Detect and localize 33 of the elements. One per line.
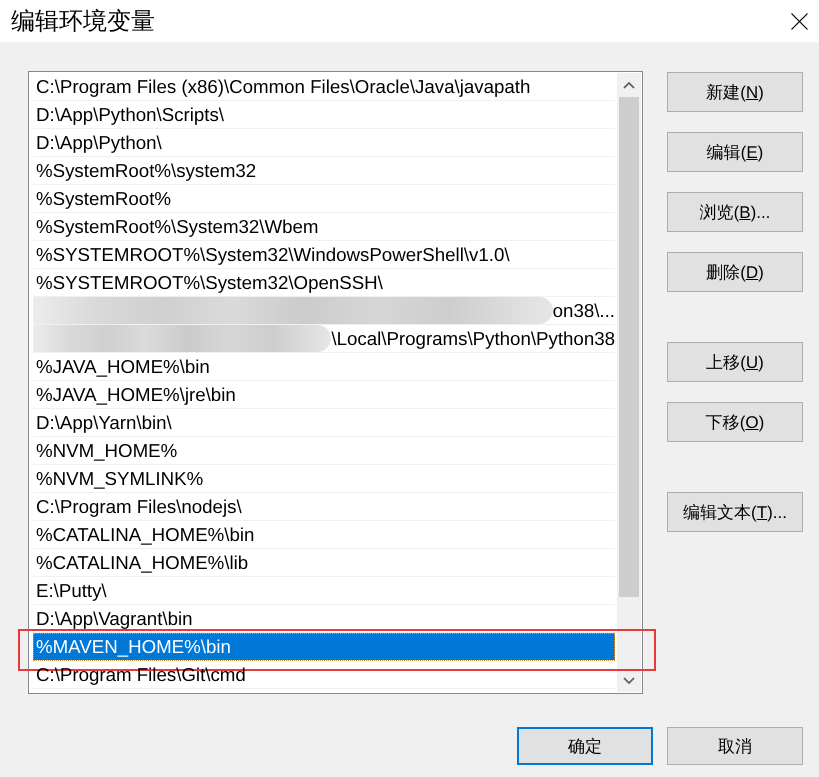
path-entry[interactable]: on38\... bbox=[33, 297, 615, 325]
path-entry[interactable]: %CATALINA_HOME%\lib bbox=[33, 549, 615, 577]
action-button[interactable]: 下移(O) bbox=[667, 402, 803, 442]
path-entry[interactable]: %JAVA_HOME%\jre\bin bbox=[33, 381, 615, 409]
scrollbar-thumb[interactable] bbox=[619, 97, 639, 597]
path-entry[interactable]: D:\App\Yarn\bin\ bbox=[33, 409, 615, 437]
chevron-down-icon bbox=[623, 676, 635, 684]
close-icon bbox=[790, 12, 808, 30]
action-button[interactable]: 编辑(E) bbox=[667, 132, 803, 172]
cancel-button[interactable]: 取消 bbox=[667, 727, 803, 765]
path-entry[interactable]: \Local\Programs\Python\Python38 bbox=[33, 325, 615, 353]
action-button[interactable]: 上移(U) bbox=[667, 342, 803, 382]
action-button[interactable]: 新建(N) bbox=[667, 72, 803, 112]
action-button[interactable]: 编辑文本(T)... bbox=[667, 492, 803, 532]
path-entry[interactable]: %SystemRoot%\System32\Wbem bbox=[33, 213, 615, 241]
path-entry[interactable]: C:\Program Files (x86)\Common Files\Oracle\Java\javapath bbox=[33, 73, 615, 101]
path-entry[interactable]: %SYSTEMROOT%\System32\WindowsPowerShell\v1.0\ bbox=[33, 241, 615, 269]
ok-button[interactable]: 确定 bbox=[517, 727, 653, 765]
path-entry[interactable]: C:\Program Files\nodejs\ bbox=[33, 493, 615, 521]
path-entry[interactable]: %CATALINA_HOME%\bin bbox=[33, 521, 615, 549]
chevron-up-icon bbox=[623, 82, 635, 88]
path-entry[interactable]: %MAVEN_HOME%\bin bbox=[33, 633, 615, 661]
path-entry[interactable]: D:\App\Python\ bbox=[33, 129, 615, 157]
path-entry[interactable]: %JAVA_HOME%\bin bbox=[33, 353, 615, 381]
path-entry[interactable]: E:\Putty\ bbox=[33, 577, 615, 605]
path-entry[interactable]: %SystemRoot%\system32 bbox=[33, 157, 615, 185]
path-entry[interactable]: D:\App\Python\Scripts\ bbox=[33, 101, 615, 129]
path-entry[interactable]: %SystemRoot% bbox=[33, 185, 615, 213]
action-button[interactable]: 删除(D) bbox=[667, 252, 803, 292]
window-title: 编辑环境变量 bbox=[11, 7, 155, 37]
path-entry[interactable]: %NVM_HOME% bbox=[33, 437, 615, 465]
action-button[interactable]: 浏览(B)... bbox=[667, 192, 803, 232]
path-entry[interactable]: %NVM_SYMLINK% bbox=[33, 465, 615, 493]
